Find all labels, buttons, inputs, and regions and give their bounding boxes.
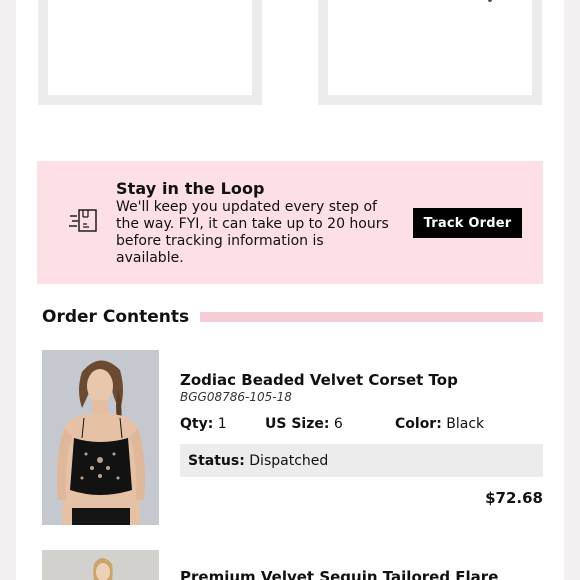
qty-value: 1 xyxy=(217,416,227,432)
product-image[interactable] xyxy=(42,550,159,580)
product-image[interactable] xyxy=(42,350,159,525)
product-name[interactable]: Premium Velvet Sequin Tailored Flare xyxy=(180,568,498,580)
qty-label: Qty: xyxy=(180,416,214,432)
order-page: Stay in the Loop We'll keep you updated … xyxy=(16,0,564,580)
size-label: US Size: xyxy=(265,416,330,432)
model-photo xyxy=(42,350,159,525)
size-value: 6 xyxy=(333,416,343,432)
banner-title: Stay in the Loop xyxy=(116,179,265,198)
banner-description: We'll keep you updated every step of the… xyxy=(116,199,389,266)
model-photo xyxy=(42,550,159,580)
address-card-right xyxy=(318,0,542,105)
color-label: Color: xyxy=(395,416,442,432)
color-value: Black xyxy=(446,416,485,432)
text-fragment xyxy=(488,0,492,2)
status-value: Dispatched xyxy=(249,452,329,469)
product-price: $72.68 xyxy=(485,489,543,507)
size-field: US Size: 6 xyxy=(265,416,343,432)
color-field: Color: Black xyxy=(395,416,484,432)
product-name[interactable]: Zodiac Beaded Velvet Corset Top xyxy=(180,371,458,389)
status-label: Status: xyxy=(188,452,245,469)
stay-in-the-loop-banner: Stay in the Loop We'll keep you updated … xyxy=(37,161,543,284)
address-card-left xyxy=(38,0,262,105)
qty-field: Qty: 1 xyxy=(180,416,227,432)
track-order-button[interactable]: Track Order xyxy=(413,208,522,238)
heading-accent-line xyxy=(200,312,543,322)
status-bar: Status: Dispatched xyxy=(180,444,543,477)
order-contents-heading: Order Contents xyxy=(42,307,190,327)
delivery-truck-icon xyxy=(69,209,97,232)
product-sku: BGG08786-105-18 xyxy=(180,390,292,404)
